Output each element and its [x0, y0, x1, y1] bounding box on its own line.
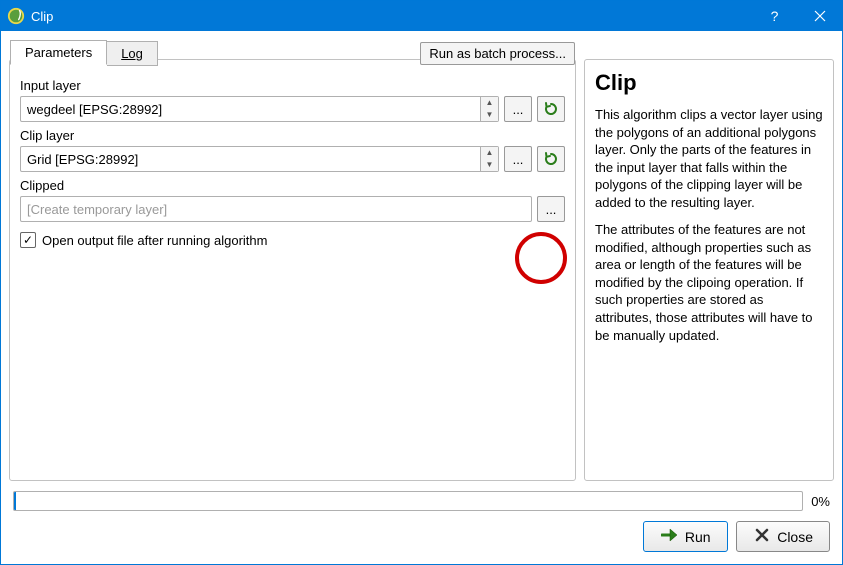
clip-layer-browse-button[interactable]: ... — [504, 146, 532, 172]
tab-log[interactable]: Log — [107, 41, 158, 66]
help-paragraph-2: The attributes of the features are not m… — [595, 221, 823, 344]
clipped-label: Clipped — [20, 178, 565, 193]
batch-process-label: Run as batch process... — [429, 46, 566, 61]
open-output-label: Open output file after running algorithm — [42, 233, 267, 248]
progress-fill — [14, 492, 16, 510]
buttons-row: Run Close — [9, 521, 834, 556]
clip-layer-combo[interactable]: Grid [EPSG:28992] ▲▼ — [20, 146, 499, 172]
clip-layer-iterate-button[interactable] — [537, 146, 565, 172]
tab-parameters-label: Parameters — [25, 45, 92, 60]
help-paragraph-1: This algorithm clips a vector layer usin… — [595, 106, 823, 211]
progress-row: 0% — [9, 491, 834, 511]
clip-layer-group: Clip layer Grid [EPSG:28992] ▲▼ ... — [20, 128, 565, 172]
open-output-checkbox[interactable]: ✓ — [20, 232, 36, 248]
clip-layer-row: Grid [EPSG:28992] ▲▼ ... — [20, 146, 565, 172]
help-button[interactable]: ? — [752, 1, 797, 31]
progress-percent: 0% — [811, 494, 830, 509]
window-title: Clip — [31, 9, 752, 24]
tab-bar: Parameters Log — [10, 40, 158, 65]
titlebar: Clip ? — [1, 1, 842, 31]
clipped-output-field[interactable]: [Create temporary layer] — [20, 196, 532, 222]
close-icon — [753, 527, 771, 546]
progress-bar — [13, 491, 803, 511]
input-layer-iterate-button[interactable] — [537, 96, 565, 122]
tab-header-row: Parameters Log Run as batch process... — [9, 40, 576, 65]
dialog-window: Clip ? Parameters Log — [0, 0, 843, 565]
run-icon — [661, 527, 679, 546]
close-button[interactable]: Close — [736, 521, 830, 552]
clipped-row: [Create temporary layer] ... — [20, 196, 565, 222]
run-label: Run — [685, 529, 711, 545]
batch-process-button[interactable]: Run as batch process... — [420, 42, 575, 65]
clipped-browse-button[interactable]: ... — [537, 196, 565, 222]
input-layer-value: wegdeel [EPSG:28992] — [21, 97, 480, 121]
input-layer-group: Input layer wegdeel [EPSG:28992] ▲▼ ... — [20, 78, 565, 122]
content-area: Parameters Log Run as batch process... I… — [1, 31, 842, 564]
main-row: Parameters Log Run as batch process... I… — [9, 39, 834, 481]
help-title: Clip — [595, 70, 823, 96]
spinner-icon[interactable]: ▲▼ — [480, 97, 498, 121]
close-label: Close — [777, 529, 813, 545]
parameters-panel: Parameters Log Run as batch process... I… — [9, 59, 576, 481]
app-icon — [7, 7, 25, 25]
clip-layer-label: Clip layer — [20, 128, 565, 143]
input-layer-label: Input layer — [20, 78, 565, 93]
help-panel: Clip This algorithm clips a vector layer… — [584, 59, 834, 481]
open-output-row: ✓ Open output file after running algorit… — [20, 232, 565, 248]
clipped-output-group: Clipped [Create temporary layer] ... — [20, 178, 565, 222]
input-layer-browse-button[interactable]: ... — [504, 96, 532, 122]
window-buttons: ? — [752, 1, 842, 31]
clip-layer-value: Grid [EPSG:28992] — [21, 147, 480, 171]
close-window-button[interactable] — [797, 1, 842, 31]
tab-log-label: Log — [121, 46, 143, 61]
run-button[interactable]: Run — [643, 521, 728, 552]
input-layer-row: wegdeel [EPSG:28992] ▲▼ ... — [20, 96, 565, 122]
input-layer-combo[interactable]: wegdeel [EPSG:28992] ▲▼ — [20, 96, 499, 122]
tab-parameters[interactable]: Parameters — [10, 40, 107, 65]
spinner-icon[interactable]: ▲▼ — [480, 147, 498, 171]
clipped-placeholder: [Create temporary layer] — [27, 202, 167, 217]
